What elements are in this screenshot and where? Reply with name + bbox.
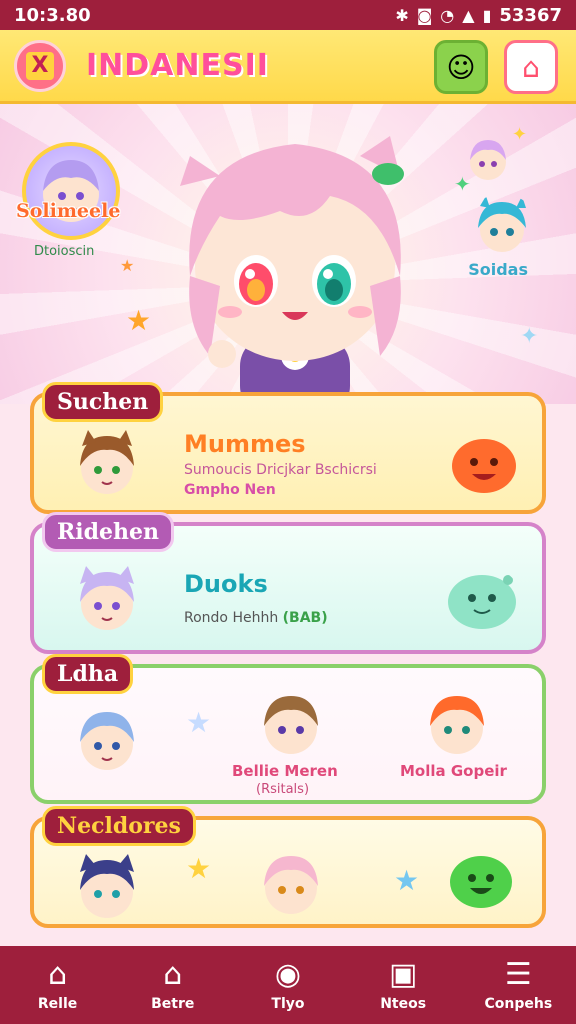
home-icon: ⌂ [48, 957, 68, 992]
side-label: Soidas [468, 260, 528, 279]
battery-icon: ▮ [482, 5, 492, 25]
avatar [264, 856, 318, 914]
mini-avatar-teal[interactable] [466, 194, 538, 260]
star-icon: ★ [126, 304, 152, 337]
orange-mascot-icon [452, 439, 516, 493]
status-bar: 10:3.80 ✱ ◙ ◔ ▲ ▮ 53367 [0, 0, 576, 30]
sparkle-icon: ✦ [454, 172, 471, 196]
home-button[interactable]: ⌂ [504, 40, 558, 94]
nav-item-play[interactable]: ◉ Tlyo [238, 957, 338, 1013]
card-tag: (BAB) [282, 610, 328, 626]
nav-label: Relle [37, 996, 78, 1012]
star-icon: ★ [186, 852, 212, 885]
avatar [80, 430, 134, 494]
sparkle-icon: ✦ [520, 324, 539, 349]
list-item[interactable]: Ldha Bellie Meren (Rsitals) Molla Gopeir… [30, 654, 546, 804]
sparkle-icon: ✦ [512, 124, 528, 145]
home-icon: ⌂ [522, 50, 540, 84]
nav-item-house[interactable]: ⌂ Betre [123, 957, 223, 1013]
avatar [430, 696, 484, 754]
page-title: INDANESII [86, 48, 269, 83]
character-name: Molla Gopeir [400, 762, 507, 780]
card-label: Suchen [42, 382, 164, 422]
mascot-character [180, 136, 404, 404]
nav-label: Conpehs [484, 996, 553, 1012]
close-icon: X [26, 51, 54, 80]
avatar [80, 712, 134, 770]
status-battery-text: 53367 [499, 4, 562, 26]
play-circle-icon: ◉ [274, 957, 302, 992]
chat-bubble-icon: ☺ [446, 50, 476, 84]
wifi-icon: ◔ [440, 5, 455, 25]
nav-label: Tlyo [271, 996, 305, 1012]
house-outline-icon: ⌂ [163, 957, 183, 992]
status-icons: ✱ ◙ ◔ ▲ ▮ 53367 [395, 5, 562, 26]
card-subtitle-2: Gmpho Nen [184, 482, 276, 498]
vibrate-icon: ✱ [395, 5, 409, 25]
list-item[interactable]: Suchen Mummes Sumoucis Dricjkar Bschicrs… [30, 382, 546, 514]
card-label: Ldha [42, 654, 134, 694]
card-subtitle: Rondo Hehhh (BAB) [184, 610, 328, 626]
card-title: Mummes [184, 430, 306, 458]
teal-mascot-icon [448, 575, 516, 629]
star-icon: ★ [186, 706, 212, 739]
character-name: Bellie Meren [232, 762, 338, 780]
card-title: Duoks [184, 570, 268, 598]
card-label: Ridehen [42, 512, 175, 552]
badge-subtitle: Dtoioscin [34, 244, 95, 259]
nfc-icon: ◙ [416, 5, 433, 25]
avatar [80, 566, 134, 630]
avatar [264, 696, 318, 754]
inbox-icon: ▣ [388, 957, 418, 992]
status-time: 10:3.80 [14, 4, 91, 26]
card-subtitle: Sumoucis Dricjkar Bschicrsi [184, 462, 377, 478]
star-icon: ★ [394, 864, 420, 897]
nav-label: Nteos [380, 996, 427, 1012]
profile-badge[interactable] [22, 142, 120, 240]
nav-item-menu[interactable]: ☰ Conpehs [468, 957, 568, 1013]
chat-button[interactable]: ☺ [434, 40, 488, 94]
list-item[interactable]: Ridehen Duoks Rondo Hehhh (BAB) [30, 512, 546, 654]
green-mascot-icon [450, 856, 512, 908]
card-label: Necldores [42, 806, 196, 846]
menu-icon: ☰ [504, 957, 532, 992]
nav-label: Betre [151, 996, 195, 1012]
avatar [80, 854, 134, 918]
badge-title: Solimeele [16, 200, 121, 222]
close-button[interactable]: X [14, 39, 66, 92]
signal-icon: ▲ [462, 5, 475, 25]
star-icon: ★ [120, 256, 135, 275]
nav-item-home[interactable]: ⌂ Relle [8, 957, 108, 1013]
app-header: X INDANESII ☺ ⌂ [0, 30, 576, 104]
list-item[interactable]: Necldores ★ ★ [30, 806, 546, 928]
card-subtitle-text: Rondo Hehhh [184, 610, 279, 626]
hero-banner: Solimeele Dtoioscin Soidas ★ ★ ✦ ✦ ✦ [0, 104, 576, 404]
bottom-nav: ⌂ Relle ⌂ Betre ◉ Tlyo ▣ Nteos ☰ Conpehs [0, 946, 576, 1024]
badge-avatar [43, 160, 99, 222]
character-subname: (Rsitals) [256, 782, 310, 797]
nav-item-inbox[interactable]: ▣ Nteos [353, 957, 453, 1013]
